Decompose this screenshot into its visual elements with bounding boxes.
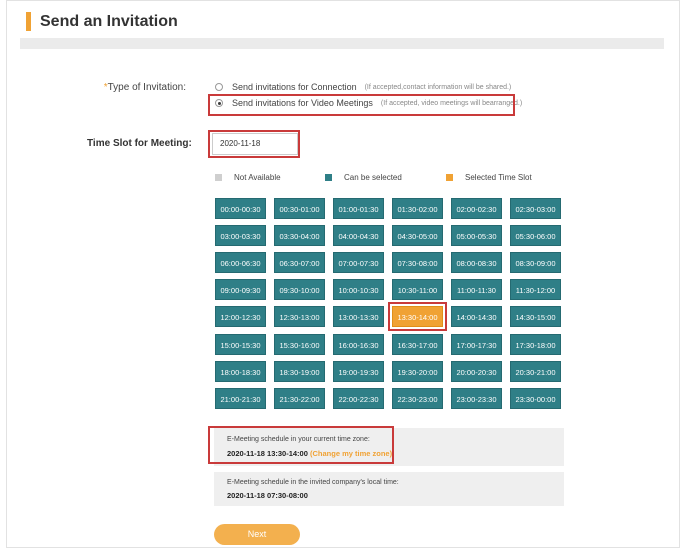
radio-connection-hint: (If accepted,contact information will be…: [364, 83, 512, 91]
schedule-invited-panel: E-Meeting schedule in the invited compan…: [214, 472, 564, 506]
legend-swatch-not-available: [215, 174, 222, 181]
time-slot-09:30-10:00[interactable]: 09:30-10:00: [274, 279, 325, 301]
time-slot-04:30-05:00[interactable]: 04:30-05:00: [392, 225, 443, 247]
title-accent-bar: [26, 12, 31, 31]
legend-can-be-selected: Can be selected: [325, 173, 402, 182]
time-slot-01:30-02:00[interactable]: 01:30-02:00: [392, 198, 443, 219]
time-slot-00:00-00:30[interactable]: 00:00-00:30: [215, 198, 266, 219]
time-slot-18:30-19:00[interactable]: 18:30-19:00: [274, 360, 325, 382]
time-slot-22:00-22:30[interactable]: 22:00-22:30: [333, 387, 384, 409]
legend-selected-slot-label: Selected Time Slot: [465, 173, 532, 182]
time-slot-08:00-08:30[interactable]: 08:00-08:30: [451, 252, 502, 274]
time-slot-01:00-01:30[interactable]: 01:00-01:30: [333, 198, 384, 219]
legend-not-available-label: Not Available: [234, 173, 281, 182]
highlight-box-selected-slot: [388, 302, 447, 332]
time-slot-19:30-20:00[interactable]: 19:30-20:00: [392, 360, 443, 382]
time-slot-11:30-12:00[interactable]: 11:30-12:00: [510, 279, 561, 301]
time-slot-10:00-10:30[interactable]: 10:00-10:30: [333, 279, 384, 301]
time-slot-10:30-11:00[interactable]: 10:30-11:00: [392, 279, 443, 301]
time-slot-12:00-12:30[interactable]: 12:00-12:30: [215, 306, 266, 328]
time-slot-06:00-06:30[interactable]: 06:00-06:30: [215, 252, 266, 274]
time-slot-23:00-23:30[interactable]: 23:00-23:30: [451, 387, 502, 409]
schedule-invited-label: E-Meeting schedule in the invited compan…: [227, 479, 399, 486]
highlight-box-video-option: [208, 94, 515, 116]
highlight-box-date: [208, 130, 300, 158]
radio-connection-label: Send invitations for Connection: [232, 82, 357, 92]
time-slot-23:30-00:00[interactable]: 23:30-00:00: [510, 387, 561, 409]
time-slot-20:00-20:30[interactable]: 20:00-20:30: [451, 360, 502, 382]
time-slot-15:30-16:00[interactable]: 15:30-16:00: [274, 333, 325, 355]
time-slot-08:30-09:00[interactable]: 08:30-09:00: [510, 252, 561, 274]
time-slot-21:30-22:00[interactable]: 21:30-22:00: [274, 387, 325, 409]
legend-not-available: Not Available: [215, 173, 281, 182]
page-title: Send an Invitation: [40, 13, 178, 30]
time-slot-02:30-03:00[interactable]: 02:30-03:00: [510, 198, 561, 219]
radio-connection[interactable]: [215, 83, 223, 91]
invitation-type-label: *Type of Invitation:: [100, 82, 186, 93]
time-slot-09:00-09:30[interactable]: 09:00-09:30: [215, 279, 266, 301]
time-slot-22:30-23:00[interactable]: 22:30-23:00: [392, 387, 443, 409]
time-slot-04:00-04:30[interactable]: 04:00-04:30: [333, 225, 384, 247]
legend-selected-slot: Selected Time Slot: [446, 173, 532, 182]
time-slot-18:00-18:30[interactable]: 18:00-18:30: [215, 360, 266, 382]
time-slot-12:30-13:00[interactable]: 12:30-13:00: [274, 306, 325, 328]
legend-swatch-can-be-selected: [325, 174, 332, 181]
header-divider: [20, 38, 664, 49]
time-slot-21:00-21:30[interactable]: 21:00-21:30: [215, 387, 266, 409]
time-slot-17:00-17:30[interactable]: 17:00-17:30: [451, 333, 502, 355]
highlight-box-local-schedule: [208, 426, 394, 464]
time-slot-07:30-08:00[interactable]: 07:30-08:00: [392, 252, 443, 274]
time-slot-03:00-03:30[interactable]: 03:00-03:30: [215, 225, 266, 247]
time-slot-19:00-19:30[interactable]: 19:00-19:30: [333, 360, 384, 382]
time-slot-16:30-17:00[interactable]: 16:30-17:00: [392, 333, 443, 355]
time-slot-14:00-14:30[interactable]: 14:00-14:30: [451, 306, 502, 328]
time-slot-03:30-04:00[interactable]: 03:30-04:00: [274, 225, 325, 247]
time-slot-label: Time Slot for Meeting:: [87, 138, 192, 149]
time-slot-15:00-15:30[interactable]: 15:00-15:30: [215, 333, 266, 355]
legend-swatch-selected-slot: [446, 174, 453, 181]
time-slot-16:00-16:30[interactable]: 16:00-16:30: [333, 333, 384, 355]
invitation-type-label-text: Type of Invitation:: [107, 82, 186, 93]
legend-can-be-selected-label: Can be selected: [344, 173, 402, 182]
time-slot-20:30-21:00[interactable]: 20:30-21:00: [510, 360, 561, 382]
time-slot-14:30-15:00[interactable]: 14:30-15:00: [510, 306, 561, 328]
time-slot-17:30-18:00[interactable]: 17:30-18:00: [510, 333, 561, 355]
time-slot-00:30-01:00[interactable]: 00:30-01:00: [274, 198, 325, 219]
time-slot-13:00-13:30[interactable]: 13:00-13:30: [333, 306, 384, 328]
time-slot-02:00-02:30[interactable]: 02:00-02:30: [451, 198, 502, 219]
next-button[interactable]: Next: [214, 524, 300, 545]
time-slot-06:30-07:00[interactable]: 06:30-07:00: [274, 252, 325, 274]
time-slot-07:00-07:30[interactable]: 07:00-07:30: [333, 252, 384, 274]
schedule-invited-value: 2020-11-18 07:30-08:00: [227, 491, 308, 500]
time-slot-05:30-06:00[interactable]: 05:30-06:00: [510, 225, 561, 247]
radio-option-connection[interactable]: Send invitations for Connection (If acce…: [215, 82, 511, 92]
time-slot-11:00-11:30[interactable]: 11:00-11:30: [451, 279, 502, 301]
time-slot-05:00-05:30[interactable]: 05:00-05:30: [451, 225, 502, 247]
